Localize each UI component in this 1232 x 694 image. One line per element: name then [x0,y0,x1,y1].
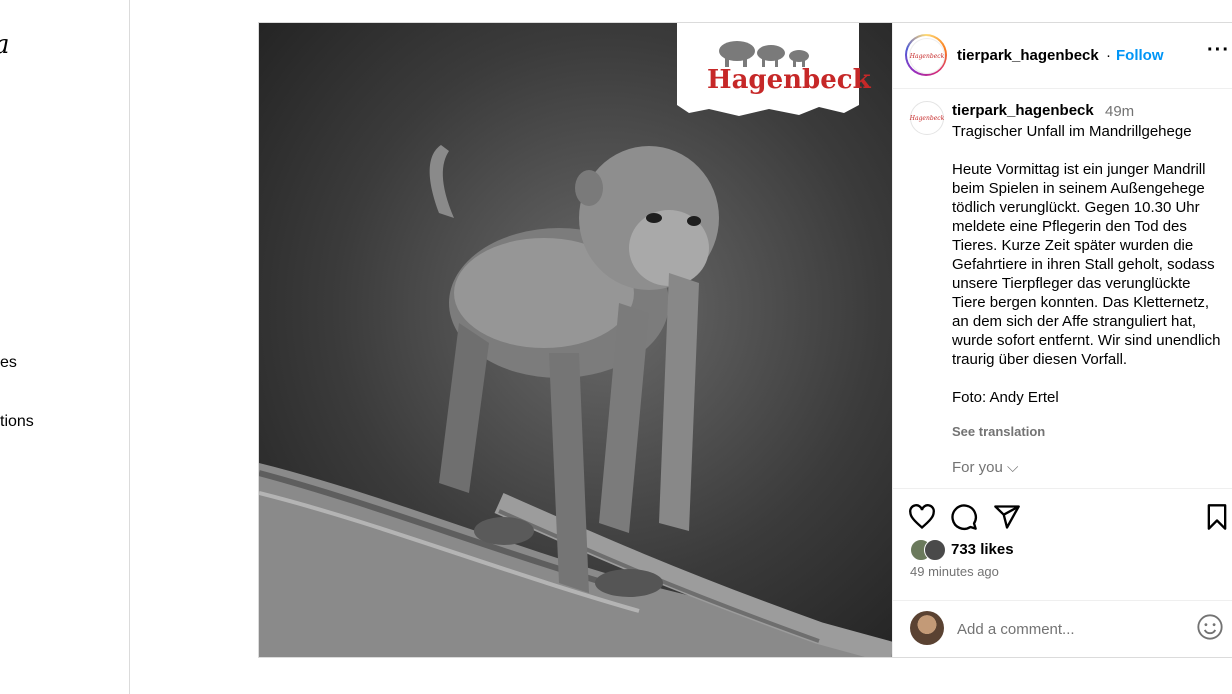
post-side-panel: Hagenbeck tierpark_hagenbeck · Follow ··… [892,23,1232,657]
liker-avatars[interactable] [910,539,950,561]
more-options-button[interactable]: ··· [1207,39,1230,62]
post-actions: 733 likes 49 minutes ago [893,488,1232,601]
caption-text: Tragischer Unfall im Mandrillgehege Heut… [952,123,1221,406]
emoji-icon[interactable] [1196,613,1224,641]
sidebar-item-notifications[interactable]: tions [0,413,34,431]
caption-timestamp[interactable]: 49m [1105,103,1134,120]
sidebar-item-messages[interactable]: es [0,354,17,372]
post-image: Hagenbeck [259,23,892,657]
bookmark-icon[interactable] [1203,503,1231,531]
monkey-photo [259,23,892,657]
share-icon[interactable] [993,503,1021,531]
post-header: Hagenbeck tierpark_hagenbeck · Follow ··… [893,23,1232,89]
caption-username[interactable]: tierpark_hagenbeck [952,102,1094,119]
add-comment-bar [893,600,1232,658]
heart-icon[interactable] [908,503,936,531]
caption-avatar[interactable]: Hagenbeck [910,101,944,135]
comment-icon[interactable] [950,503,978,531]
for-you-dropdown[interactable]: For you ⌵ [952,459,1018,476]
comment-input[interactable] [955,616,1189,642]
sidebar: a es tions [0,0,130,694]
see-translation-link[interactable]: See translation [952,424,1045,439]
user-avatar [910,611,944,645]
header-separator: · [1106,47,1111,64]
follow-button[interactable]: Follow [1116,47,1164,64]
profile-avatar[interactable]: Hagenbeck [905,34,947,76]
hagenbeck-logo: Hagenbeck [707,65,871,95]
likes-count[interactable]: 733 likes [951,541,1014,558]
comments-section[interactable]: Hagenbeck tierpark_hagenbeck 49m Tragisc… [893,89,1232,487]
header-username[interactable]: tierpark_hagenbeck [957,47,1099,64]
post-time-ago[interactable]: 49 minutes ago [910,564,999,579]
liker-avatar [924,539,946,561]
instagram-logo[interactable]: a [0,30,10,60]
post-modal: Hagenbeck Hagenbeck tierpark_hagenbeck ·… [258,22,1232,658]
